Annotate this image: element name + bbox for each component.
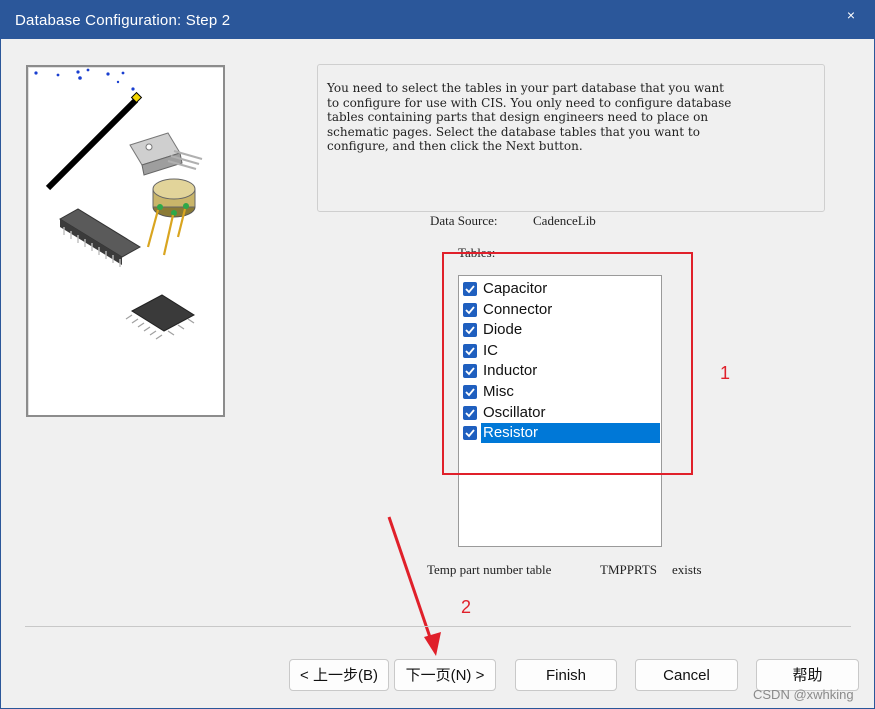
dip-chip-icon <box>59 208 141 267</box>
instructions-text: You need to select the tables in your pa… <box>327 81 732 154</box>
transistor-package-icon <box>129 132 203 176</box>
back-button[interactable]: < 上一步(B) <box>289 659 389 691</box>
sparkle-dots <box>34 68 135 91</box>
temp-table-status: exists <box>672 562 702 577</box>
annotation-arrow <box>387 516 441 656</box>
finish-button[interactable]: Finish <box>515 659 617 691</box>
temp-table-name: TMPPRTS <box>600 562 658 577</box>
annotation-label-1: 1 <box>720 363 731 383</box>
title-bar: Database Configuration: Step 2 × <box>1 1 874 39</box>
instructions-box: You need to select the tables in your pa… <box>317 64 825 212</box>
components-illustration <box>26 65 225 417</box>
annotation-label-2: 2 <box>461 597 472 617</box>
annotation-box-1 <box>442 252 693 475</box>
next-button[interactable]: 下一页(N) > <box>394 659 496 691</box>
cancel-button[interactable]: Cancel <box>635 659 738 691</box>
data-source-label: Data Source: <box>430 213 498 228</box>
footer-divider <box>25 626 851 627</box>
dialog-window: Database Configuration: Step 2 × You nee… <box>0 0 875 709</box>
window-title: Database Configuration: Step 2 <box>15 12 231 29</box>
close-icon[interactable]: × <box>828 1 874 31</box>
watermark-text: CSDN @xwhking <box>753 687 854 702</box>
soic-chip-icon <box>125 294 195 340</box>
data-source-value: CadenceLib <box>533 213 596 228</box>
wand-icon <box>45 97 139 191</box>
can-transistor-icon <box>146 178 196 256</box>
